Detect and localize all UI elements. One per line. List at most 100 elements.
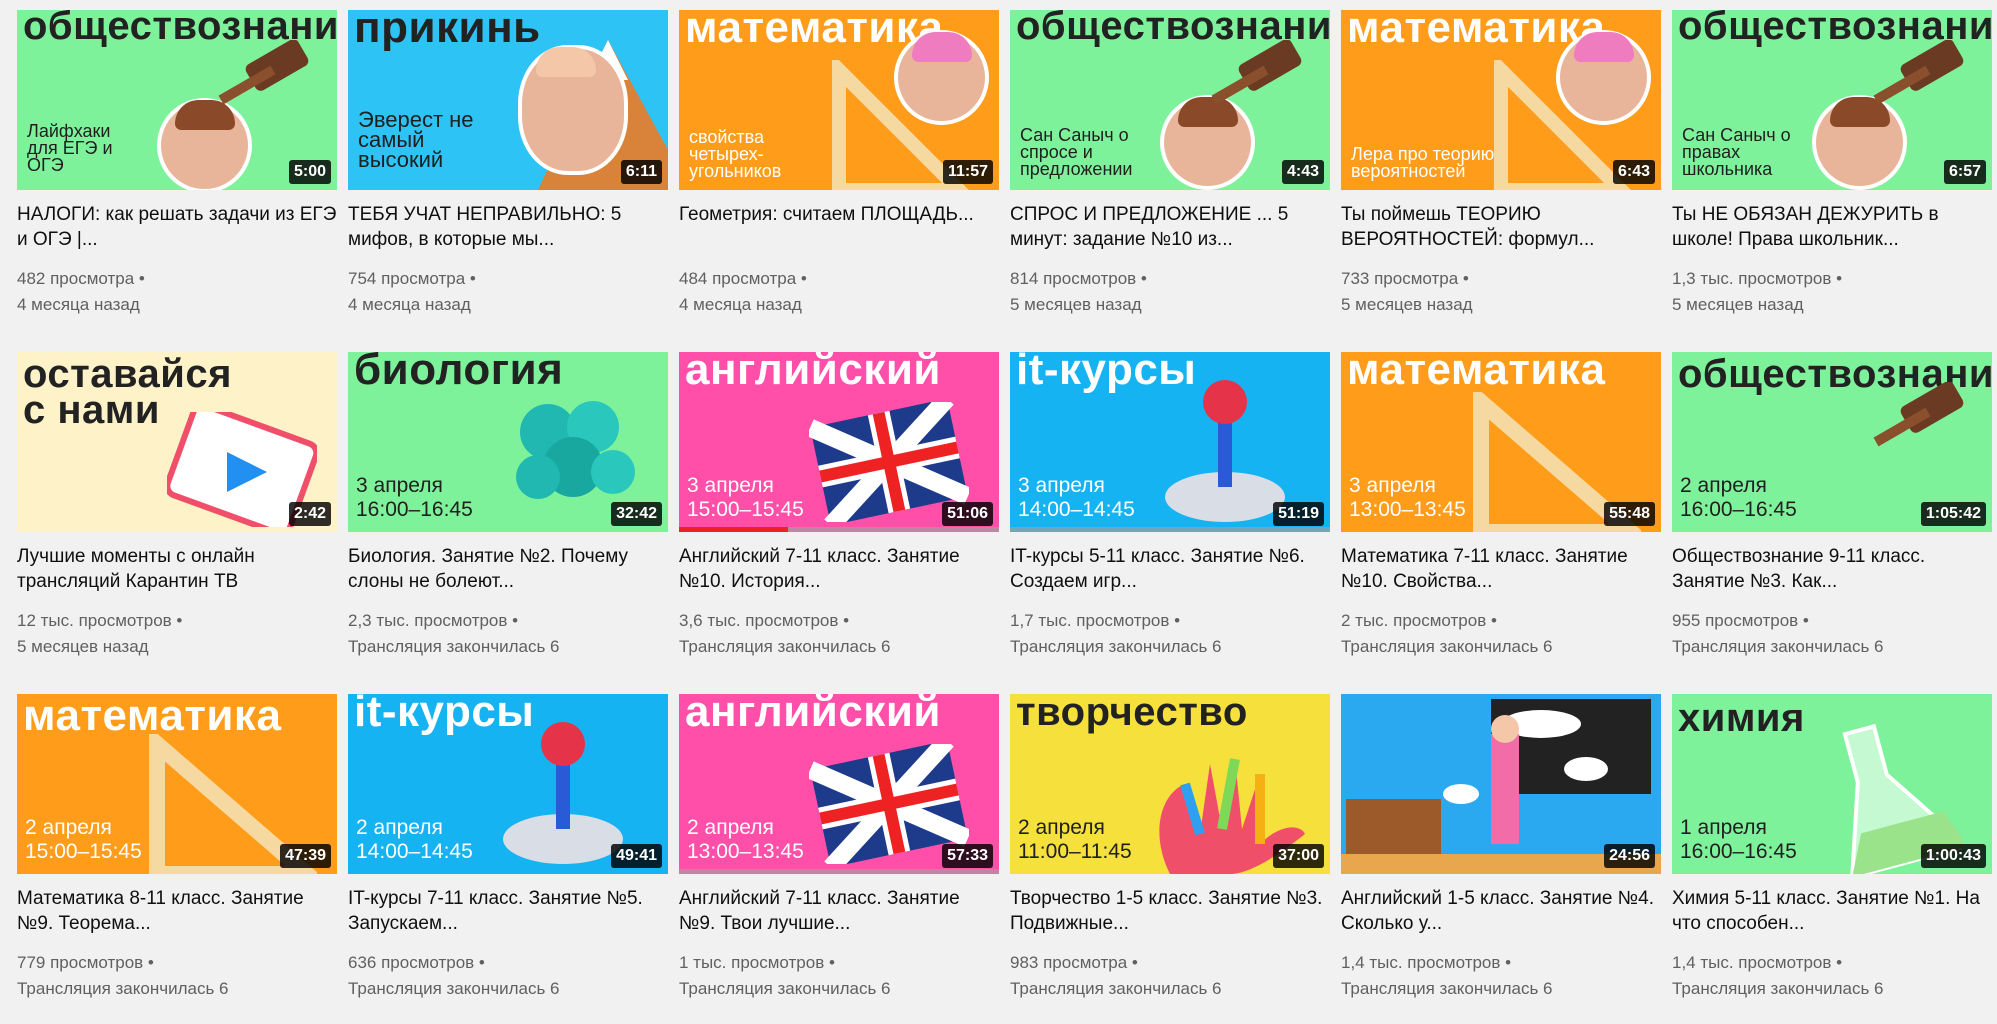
presenter-face-icon xyxy=(518,45,628,175)
video-title[interactable]: Геометрия: считаем ПЛОЩАДЬ... xyxy=(679,202,999,252)
thumbnail-subject: творчество xyxy=(1016,694,1248,734)
thumbnail-subtitle: Сан Саныч о спросе и предложении xyxy=(1020,125,1133,179)
video-card[interactable]: it-курсы 2 апреля 14:00–14:45 49:41 IT-к… xyxy=(348,694,668,1002)
thumbnail-subtitle: Лайфхаки для ЕГЭ и ОГЭ xyxy=(27,121,113,175)
video-thumbnail[interactable]: обществознание 2 апреля 16:00–16:45 1:05… xyxy=(1672,352,1992,532)
duration-badge: 11:57 xyxy=(942,160,993,184)
video-thumbnail[interactable]: оставайся с нами 2:42 xyxy=(17,352,337,532)
video-meta: 733 просмотра • 5 месяцев назад xyxy=(1341,266,1661,318)
view-count: 733 просмотра • xyxy=(1341,269,1469,288)
progress-track xyxy=(679,869,999,874)
video-card[interactable]: английский 3 апреля 15:00–15:45 51:06 Ан… xyxy=(679,352,999,660)
video-card[interactable]: химия 1 апреля 16:00–16:45 1:00:43 Химия… xyxy=(1672,694,1992,1002)
duration-badge: 57:33 xyxy=(942,844,993,868)
video-title[interactable]: IT-курсы 5-11 класс. Занятие №6. Создаем… xyxy=(1010,544,1330,594)
video-title[interactable]: Математика 7-11 класс. Занятие №10. Свой… xyxy=(1341,544,1661,594)
video-card[interactable]: обществознание 2 апреля 16:00–16:45 1:05… xyxy=(1672,352,1992,660)
video-card[interactable]: математика свойства четырех-угольников 1… xyxy=(679,10,999,318)
video-title[interactable]: Математика 8-11 класс. Занятие №9. Теоре… xyxy=(17,886,337,936)
broadcast-date: 3 апреля 15:00–15:45 xyxy=(687,474,804,521)
video-title[interactable]: Творчество 1-5 класс. Занятие №3. Подвиж… xyxy=(1010,886,1330,936)
video-title[interactable]: Ты НЕ ОБЯЗАН ДЕЖУРИТЬ в школе! Права шко… xyxy=(1672,202,1992,252)
gavel-icon xyxy=(1211,40,1302,105)
video-meta: 983 просмотра • Трансляция закончилась 6 xyxy=(1010,950,1330,1002)
view-count: 754 просмотра • xyxy=(348,269,476,288)
video-card[interactable]: творчество 2 апреля 11:00–11:45 37:00 Тв… xyxy=(1010,694,1330,1002)
upload-age: Трансляция закончилась 6 xyxy=(1672,637,1884,656)
video-title[interactable]: Английский 7-11 класс. Занятие №10. Исто… xyxy=(679,544,999,594)
video-card[interactable]: математика 2 апреля 15:00–15:45 47:39 Ма… xyxy=(17,694,337,1002)
video-title[interactable]: Биология. Занятие №2. Почему слоны не бо… xyxy=(348,544,668,594)
upload-age: Трансляция закончилась 6 xyxy=(679,637,891,656)
video-card[interactable]: it-курсы 3 апреля 14:00–14:45 51:19 IT-к… xyxy=(1010,352,1330,660)
video-thumbnail[interactable]: английский 3 апреля 15:00–15:45 51:06 xyxy=(679,352,999,532)
video-card[interactable]: английский 2 апреля 13:00–13:45 57:33 Ан… xyxy=(679,694,999,1002)
video-card[interactable]: обществознание Сан Саныч о спросе и пред… xyxy=(1010,10,1330,318)
video-title[interactable]: СПРОС И ПРЕДЛОЖЕНИЕ ... 5 минут: задание… xyxy=(1010,202,1330,252)
video-meta: 1,4 тыс. просмотров • Трансляция закончи… xyxy=(1341,950,1661,1002)
video-title[interactable]: IT-курсы 7-11 класс. Занятие №5. Запуска… xyxy=(348,886,668,936)
duration-badge: 6:57 xyxy=(1943,160,1986,184)
video-title[interactable]: Английский 7-11 класс. Занятие №9. Твои … xyxy=(679,886,999,936)
video-thumbnail[interactable]: творчество 2 апреля 11:00–11:45 37:00 xyxy=(1010,694,1330,874)
video-thumbnail[interactable]: английский 2 апреля 13:00–13:45 57:33 xyxy=(679,694,999,874)
video-title[interactable]: Обществознание 9-11 класс. Занятие №3. К… xyxy=(1672,544,1992,594)
upload-age: Трансляция закончилась 6 xyxy=(1672,979,1884,998)
video-card[interactable]: прикинь Эверест не самый высокий 6:11 ТЕ… xyxy=(348,10,668,318)
video-card[interactable]: 24:56 Английский 1-5 класс. Занятие №4. … xyxy=(1341,694,1661,1002)
duration-badge: 5:00 xyxy=(288,160,331,184)
video-thumbnail[interactable]: математика свойства четырех-угольников 1… xyxy=(679,10,999,190)
view-count: 1 тыс. просмотров • xyxy=(679,953,835,972)
thumbnail-subtitle: Лера про теорию вероятностей xyxy=(1351,144,1495,181)
video-card[interactable]: обществознание Лайфхаки для ЕГЭ и ОГЭ 5:… xyxy=(17,10,337,318)
view-count: 636 просмотров • xyxy=(348,953,485,972)
video-card[interactable]: математика 3 апреля 13:00–13:45 55:48 Ма… xyxy=(1341,352,1661,660)
thumbnail-subject: математика xyxy=(1347,352,1606,394)
duration-badge: 6:11 xyxy=(620,160,662,184)
video-meta: 1 тыс. просмотров • Трансляция закончила… xyxy=(679,950,999,1002)
video-thumbnail[interactable]: биология 3 апреля 16:00–16:45 32:42 xyxy=(348,352,668,532)
video-thumbnail[interactable]: прикинь Эверест не самый высокий 6:11 xyxy=(348,10,668,190)
video-card[interactable]: оставайся с нами 2:42 Лучшие моменты с о… xyxy=(17,352,337,660)
video-thumbnail[interactable]: математика 2 апреля 15:00–15:45 47:39 xyxy=(17,694,337,874)
video-thumbnail[interactable]: обществознание Сан Саныч о правах школьн… xyxy=(1672,10,1992,190)
view-count: 983 просмотра • xyxy=(1010,953,1138,972)
video-thumbnail[interactable]: обществознание Сан Саныч о спросе и пред… xyxy=(1010,10,1330,190)
video-meta: 955 просмотров • Трансляция закончилась … xyxy=(1672,608,1992,660)
video-card[interactable]: биология 3 апреля 16:00–16:45 32:42 Биол… xyxy=(348,352,668,660)
broadcast-date: 1 апреля 16:00–16:45 xyxy=(1680,816,1797,863)
video-thumbnail[interactable]: it-курсы 2 апреля 14:00–14:45 49:41 xyxy=(348,694,668,874)
gavel-icon xyxy=(1873,40,1964,105)
thumbnail-subject: прикинь xyxy=(354,10,541,52)
video-thumbnail[interactable]: математика Лера про теорию вероятностей … xyxy=(1341,10,1661,190)
thumbnail-subtitle: Эверест не самый высокий xyxy=(358,107,474,172)
video-thumbnail[interactable]: химия 1 апреля 16:00–16:45 1:00:43 xyxy=(1672,694,1992,874)
thumbnail-subject: обществознание xyxy=(1016,10,1330,48)
video-title[interactable]: Английский 1-5 класс. Занятие №4. Скольк… xyxy=(1341,886,1661,936)
broadcast-date: 3 апреля 13:00–13:45 xyxy=(1349,474,1466,521)
video-thumbnail[interactable]: 24:56 xyxy=(1341,694,1661,874)
broadcast-date: 2 апреля 13:00–13:45 xyxy=(687,816,804,863)
video-title[interactable]: Лучшие моменты с онлайн трансляций Каран… xyxy=(17,544,337,594)
duration-badge: 49:41 xyxy=(611,844,662,868)
video-thumbnail[interactable]: математика 3 апреля 13:00–13:45 55:48 xyxy=(1341,352,1661,532)
video-card[interactable]: обществознание Сан Саныч о правах школьн… xyxy=(1672,10,1992,318)
video-card[interactable]: математика Лера про теорию вероятностей … xyxy=(1341,10,1661,318)
duration-badge: 51:06 xyxy=(942,502,993,526)
presenter-face-icon xyxy=(1556,30,1651,125)
view-count: 955 просмотров • xyxy=(1672,611,1809,630)
video-title[interactable]: Химия 5-11 класс. Занятие №1. На что спо… xyxy=(1672,886,1992,936)
video-thumbnail[interactable]: it-курсы 3 апреля 14:00–14:45 51:19 xyxy=(1010,352,1330,532)
video-meta: 814 просмотров • 5 месяцев назад xyxy=(1010,266,1330,318)
video-title[interactable]: ТЕБЯ УЧАТ НЕПРАВИЛЬНО: 5 мифов, в которы… xyxy=(348,202,668,252)
video-title[interactable]: Ты поймешь ТЕОРИЮ ВЕРОЯТНОСТЕЙ: формул..… xyxy=(1341,202,1661,252)
video-thumbnail[interactable]: обществознание Лайфхаки для ЕГЭ и ОГЭ 5:… xyxy=(17,10,337,190)
duration-badge: 6:43 xyxy=(1612,160,1655,184)
progress-track xyxy=(1010,527,1330,532)
video-title[interactable]: НАЛОГИ: как решать задачи из ЕГЭ и ОГЭ |… xyxy=(17,202,337,252)
upload-age: 4 месяца назад xyxy=(348,295,471,314)
duration-badge: 51:19 xyxy=(1273,502,1324,526)
video-meta: 1,3 тыс. просмотров • 5 месяцев назад xyxy=(1672,266,1992,318)
view-count: 1,4 тыс. просмотров • xyxy=(1672,953,1843,972)
video-meta: 3,6 тыс. просмотров • Трансляция закончи… xyxy=(679,608,999,660)
